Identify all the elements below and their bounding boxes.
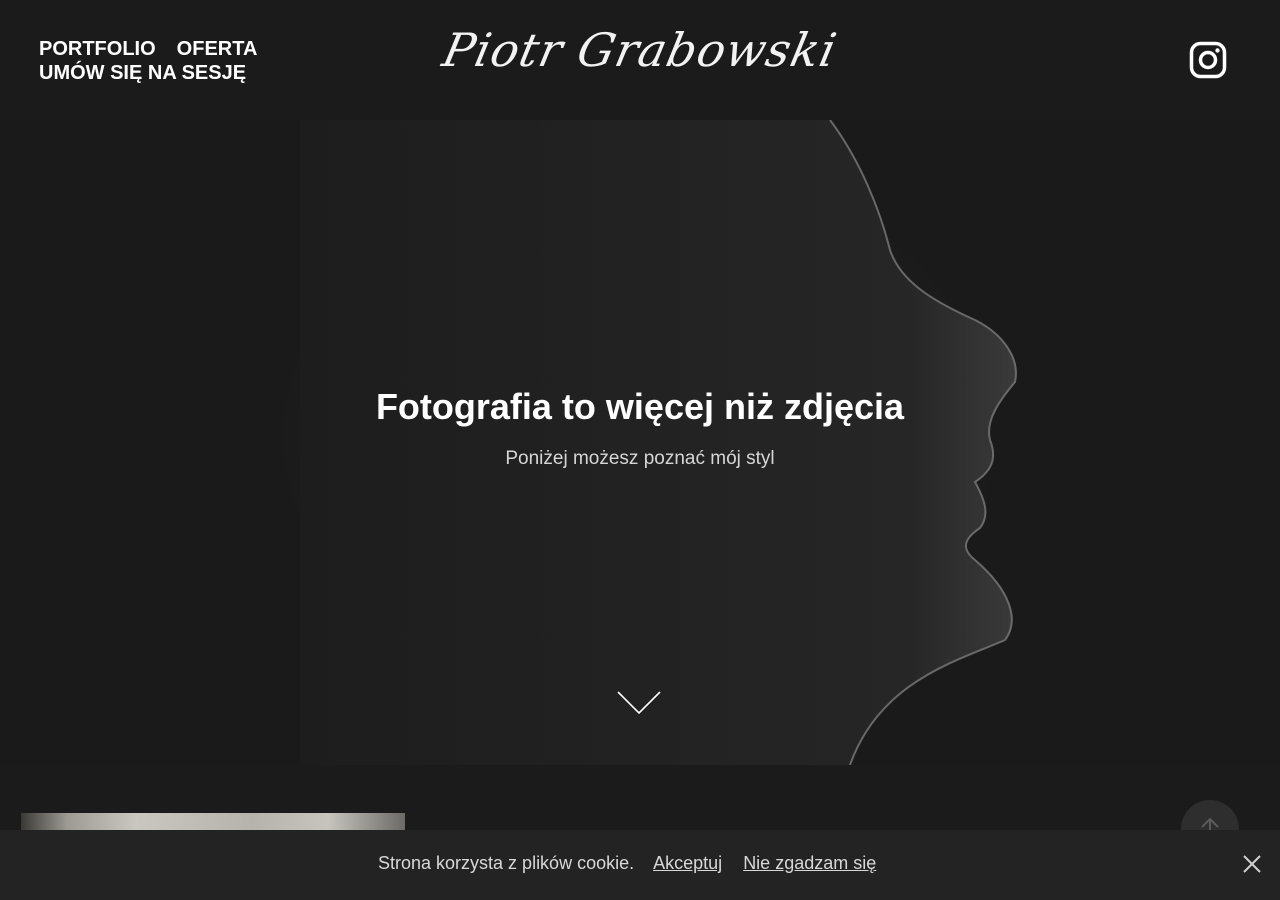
hero-portrait-image (0, 120, 1280, 765)
nav-oferta[interactable]: OFERTA (177, 37, 258, 61)
cookie-message: Strona korzysta z plików cookie. (378, 853, 635, 873)
nav-book-session[interactable]: UMÓW SIĘ NA SESJĘ (39, 61, 246, 85)
hero-subtitle: Poniżej możesz poznać mój styl (505, 448, 775, 469)
site-header: PORTFOLIO OFERTAUMÓW SIĘ NA SESJĘ Piotr G… (0, 0, 1280, 120)
chevron-down-icon[interactable] (615, 688, 663, 718)
hero-section: Fotografia to więcej niż zdjęcia Poniżej… (0, 120, 1280, 765)
nav-portfolio[interactable]: PORTFOLIO (39, 37, 156, 61)
main-nav: PORTFOLIO OFERTAUMÓW SIĘ NA SESJĘ (39, 37, 359, 85)
cookie-content: Strona korzysta z plików cookie. Akceptu… (378, 853, 888, 874)
instagram-icon[interactable] (1189, 41, 1227, 79)
hero-title: Fotografia to więcej niż zdjęcia (375, 386, 905, 427)
cookie-accept-link[interactable]: Akceptuj (653, 853, 722, 873)
close-icon[interactable] (1242, 854, 1262, 874)
site-logo[interactable]: Piotr Grabowski (433, 18, 847, 82)
cookie-decline-link[interactable]: Nie zgadzam się (743, 853, 876, 873)
cookie-bar: Strona korzysta z plików cookie. Akceptu… (0, 830, 1280, 900)
